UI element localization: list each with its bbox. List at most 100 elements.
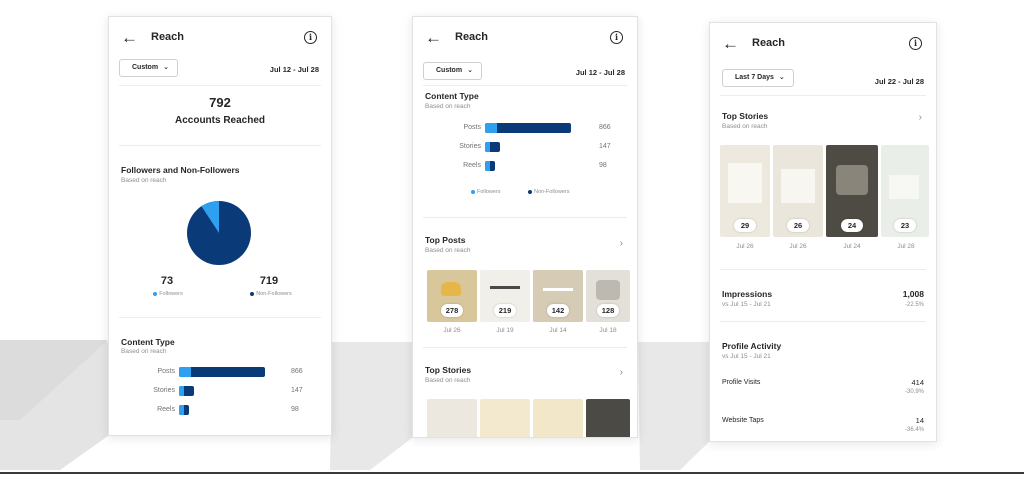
impressions-compare: vs Jul 15 - Jul 21 xyxy=(722,301,771,308)
followers-dot xyxy=(471,189,475,194)
top-posts-title[interactable]: Top Posts xyxy=(425,235,465,245)
reach-count: 128 xyxy=(597,304,619,317)
bar-stories xyxy=(179,386,194,396)
profile-visits-label: Profile Visits xyxy=(722,379,761,386)
top-story-thumb-3[interactable]: 24 xyxy=(826,145,878,237)
reach-count: 29 xyxy=(734,219,756,232)
bar-label-reels: Reels xyxy=(157,406,175,413)
story-date: Jul 28 xyxy=(897,243,915,250)
bar-stories xyxy=(485,142,500,152)
top-post-thumb-4[interactable]: 128 xyxy=(586,270,630,322)
website-taps-change: -36.4% xyxy=(904,427,924,433)
bar-followers-segment xyxy=(485,161,490,171)
divider xyxy=(720,321,926,322)
top-post-thumb-2[interactable]: 219 xyxy=(480,270,530,322)
bar-value-posts: 866 xyxy=(291,368,303,375)
chevron-right-icon[interactable]: › xyxy=(620,367,623,378)
followers-section-subtitle: Based on reach xyxy=(121,177,167,184)
story-date: Jul 24 xyxy=(843,243,861,250)
followers-dot xyxy=(153,291,158,296)
bar-label-posts: Posts xyxy=(157,368,175,375)
bar-posts xyxy=(179,367,265,377)
top-story-thumb-2[interactable] xyxy=(480,399,530,437)
profile-visits-change: -30.9% xyxy=(904,389,924,395)
legend-followers-label: Followers xyxy=(477,189,501,195)
bar-label-stories: Stories xyxy=(153,387,175,394)
date-range: Jul 12 - Jul 28 xyxy=(575,68,625,77)
info-icon[interactable]: i xyxy=(909,37,922,50)
info-icon[interactable]: i xyxy=(610,31,623,44)
followers-count: 73 xyxy=(160,275,174,287)
bar-reels xyxy=(485,161,495,171)
top-posts-subtitle: Based on reach xyxy=(425,247,471,254)
chevron-down-icon: ⌄ xyxy=(163,64,169,71)
baseline-divider xyxy=(0,472,1024,474)
legend-non-followers-label: Non-Followers xyxy=(534,189,570,195)
non-followers-legend: Non-Followers xyxy=(241,291,301,297)
back-arrow-icon[interactable]: ← xyxy=(722,35,739,52)
top-stories-title[interactable]: Top Stories xyxy=(722,111,768,121)
page-title: Reach xyxy=(151,31,185,43)
followers-section-title: Followers and Non-Followers xyxy=(121,165,240,175)
dropdown-label: Custom xyxy=(436,67,463,74)
thumb-art xyxy=(781,169,815,203)
date-filter-dropdown[interactable]: Last 7 Days ⌄ xyxy=(722,69,794,87)
thumb-art xyxy=(596,280,620,300)
accounts-reached-label: Accounts Reached xyxy=(174,115,266,126)
profile-visits-value: 414 xyxy=(911,378,924,387)
header: ← Reach i xyxy=(710,23,936,63)
profile-activity-compare: vs Jul 15 - Jul 21 xyxy=(722,353,771,360)
bar-followers-segment xyxy=(179,367,192,377)
content-type-title: Content Type xyxy=(425,91,479,101)
top-stories-title[interactable]: Top Stories xyxy=(425,365,471,375)
date-range: Jul 22 - Jul 28 xyxy=(874,77,924,86)
top-story-thumb-4[interactable]: 23 xyxy=(881,145,929,237)
page-title: Reach xyxy=(455,31,489,43)
divider xyxy=(423,85,627,86)
impressions-value: 1,008 xyxy=(902,289,924,299)
bar-label-reels: Reels xyxy=(463,162,481,169)
bar-label-posts: Posts xyxy=(463,124,481,131)
post-date: Jul 18 xyxy=(599,327,617,334)
back-arrow-icon[interactable]: ← xyxy=(425,29,442,46)
bar-followers-segment xyxy=(179,386,185,396)
phone-screen-reach-overview: ← Reach i Custom ⌄ Jul 12 - Jul 28 792 Ac… xyxy=(108,16,332,436)
dropdown-label: Custom xyxy=(132,64,159,71)
non-followers-count: 719 xyxy=(259,275,279,287)
top-story-thumb-2[interactable]: 26 xyxy=(773,145,823,237)
back-arrow-icon[interactable]: ← xyxy=(121,29,138,46)
top-story-thumb-4[interactable] xyxy=(586,399,630,437)
date-range: Jul 12 - Jul 28 xyxy=(269,65,319,74)
non-followers-label: Non-Followers xyxy=(256,291,292,297)
date-filter-dropdown[interactable]: Custom ⌄ xyxy=(119,59,178,77)
chevron-right-icon[interactable]: › xyxy=(620,238,623,249)
top-story-thumb-3[interactable] xyxy=(533,399,583,437)
bar-label-stories: Stories xyxy=(459,143,481,150)
post-date: Jul 19 xyxy=(496,327,514,334)
accounts-reached-count: 792 xyxy=(209,95,231,110)
website-taps-value: 14 xyxy=(915,416,924,425)
info-icon[interactable]: i xyxy=(304,31,317,44)
impressions-change: -22.5% xyxy=(904,302,924,308)
followers-label: Followers xyxy=(159,291,183,297)
bar-followers-segment xyxy=(485,123,498,133)
impressions-title: Impressions xyxy=(722,289,773,299)
top-story-thumb-1[interactable]: 29 xyxy=(720,145,770,237)
top-post-thumb-1[interactable]: 278 xyxy=(427,270,477,322)
top-story-thumb-1[interactable] xyxy=(427,399,477,437)
reach-count: 219 xyxy=(494,304,516,317)
followers-pie-chart xyxy=(187,201,251,265)
bar-value-stories: 147 xyxy=(599,143,611,150)
divider xyxy=(119,85,321,86)
divider xyxy=(720,95,926,96)
profile-activity-title: Profile Activity xyxy=(722,341,782,351)
website-taps-label: Website Taps xyxy=(722,417,764,424)
top-stories-subtitle: Based on reach xyxy=(722,123,768,130)
thumb-art xyxy=(543,288,573,291)
reach-count: 23 xyxy=(894,219,916,232)
divider xyxy=(119,317,321,318)
phone-screen-reach-activity: ← Reach i Last 7 Days ⌄ Jul 22 - Jul 28 T… xyxy=(709,22,937,442)
top-post-thumb-3[interactable]: 142 xyxy=(533,270,583,322)
chevron-right-icon[interactable]: › xyxy=(919,112,922,123)
date-filter-dropdown[interactable]: Custom ⌄ xyxy=(423,62,482,80)
